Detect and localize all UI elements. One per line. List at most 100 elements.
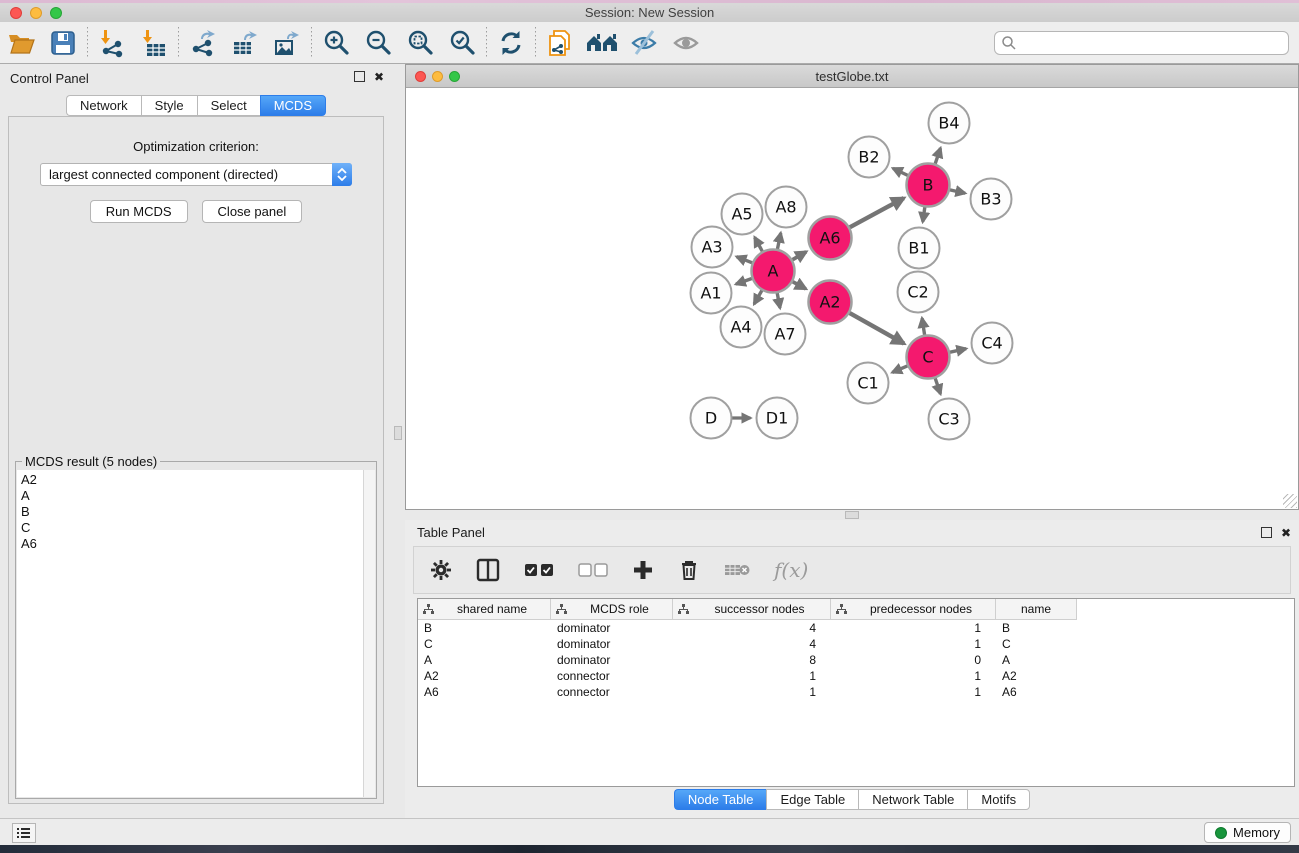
window-title: Session: New Session: [0, 5, 1299, 20]
network-window-titlebar[interactable]: testGlobe.txt: [406, 65, 1298, 88]
window-titlebar[interactable]: Session: New Session: [0, 3, 1299, 22]
toolbar-separator: [178, 27, 179, 59]
column-header-successor-nodes[interactable]: successor nodes: [673, 599, 831, 620]
zoom-selected-icon[interactable]: [441, 26, 483, 60]
table-cell: A2: [418, 668, 551, 684]
vertical-splitter[interactable]: [392, 64, 405, 818]
toolbar-separator: [486, 27, 487, 59]
result-item[interactable]: A6: [21, 536, 359, 552]
network-canvas[interactable]: AA1A2A3A4A5A6A7A8BB1B2B3B4CC1C2C3C4DD1: [406, 88, 1298, 509]
result-item[interactable]: C: [21, 520, 359, 536]
status-bar: Memory: [0, 818, 1299, 845]
main-toolbar: [0, 22, 1299, 64]
application-window: Session: New Session: [0, 0, 1299, 853]
graph-node-label: A1: [700, 284, 721, 303]
control-panel-title: Control Panel: [10, 71, 89, 86]
column-header-shared-name[interactable]: shared name: [418, 599, 551, 620]
import-table-icon[interactable]: [133, 26, 175, 60]
table-cell: 1: [673, 668, 831, 684]
tab-network[interactable]: Network: [66, 95, 141, 116]
unselect-all-columns-icon[interactable]: [578, 563, 608, 577]
tab-motifs[interactable]: Motifs: [967, 789, 1030, 810]
result-item[interactable]: A: [21, 488, 359, 504]
graph-node-label: D: [705, 409, 717, 428]
float-table-panel-icon[interactable]: [1261, 527, 1272, 538]
search-input[interactable]: [1017, 33, 1288, 53]
graph-node-label: A8: [775, 198, 796, 217]
delete-table-icon[interactable]: [724, 562, 750, 578]
clone-network-icon[interactable]: [539, 26, 581, 60]
zoom-fit-icon[interactable]: [399, 26, 441, 60]
splitter-grip[interactable]: [845, 511, 859, 519]
graph-node-label: C: [922, 348, 933, 367]
tab-style[interactable]: Style: [141, 95, 197, 116]
memory-button[interactable]: Memory: [1204, 822, 1291, 843]
window-resize-grip[interactable]: [1283, 494, 1297, 508]
close-panel-icon[interactable]: ✖: [374, 71, 384, 83]
float-panel-icon[interactable]: [354, 71, 365, 82]
network-view-window: testGlobe.txt AA1A2A3A4A5A6A7A8BB1B2B3B4…: [405, 64, 1299, 510]
hide-graphics-details-icon[interactable]: [623, 26, 665, 60]
close-table-panel-icon[interactable]: ✖: [1281, 527, 1291, 539]
column-header-predecessor-nodes[interactable]: predecessor nodes: [831, 599, 996, 620]
export-table-icon[interactable]: [224, 26, 266, 60]
table-cell: 1: [831, 668, 996, 684]
zoom-in-icon[interactable]: [315, 26, 357, 60]
result-list-scrollbar[interactable]: [363, 470, 375, 797]
node-table-body: Bdominator41BCdominator41CAdominator80AA…: [418, 620, 1294, 700]
save-session-icon[interactable]: [42, 26, 84, 60]
table-cell: A: [418, 652, 551, 668]
table-cell: 4: [673, 620, 831, 636]
list-icon: [17, 827, 31, 839]
show-hide-panels-icon[interactable]: [581, 26, 623, 60]
graph-node-label: C2: [907, 283, 928, 302]
graph-node-label: C3: [938, 410, 959, 429]
show-columns-icon[interactable]: [476, 558, 500, 582]
horizontal-splitter[interactable]: [405, 510, 1299, 520]
criterion-select[interactable]: largest connected component (directed): [40, 163, 352, 186]
tab-edge-table[interactable]: Edge Table: [766, 789, 858, 810]
table-cell: dominator: [551, 652, 673, 668]
mcds-result-title: MCDS result (5 nodes): [22, 454, 160, 469]
mcds-result-groupbox: MCDS result (5 nodes) A2ABCA6: [15, 461, 377, 799]
tab-network-table[interactable]: Network Table: [858, 789, 967, 810]
tab-select[interactable]: Select: [197, 95, 260, 116]
table-settings-gear-icon[interactable]: [430, 559, 452, 581]
column-header-MCDS-role[interactable]: MCDS role: [551, 599, 673, 620]
export-network-icon[interactable]: [182, 26, 224, 60]
table-row[interactable]: A2connector11A2: [418, 668, 1294, 684]
create-column-add-icon[interactable]: [632, 559, 654, 581]
toolbar-search-field[interactable]: [994, 31, 1289, 55]
zoom-out-icon[interactable]: [357, 26, 399, 60]
select-all-columns-icon[interactable]: [524, 563, 554, 577]
import-network-icon[interactable]: [91, 26, 133, 60]
export-image-icon[interactable]: [266, 26, 308, 60]
control-panel-tabs: NetworkStyleSelectMCDS: [0, 95, 392, 116]
graph-node-label: D1: [766, 409, 789, 428]
tab-mcds[interactable]: MCDS: [260, 95, 326, 116]
open-session-icon[interactable]: [0, 26, 42, 60]
result-item[interactable]: A2: [21, 472, 359, 488]
table-row[interactable]: Adominator80A: [418, 652, 1294, 668]
graph-node-label: B1: [908, 239, 929, 258]
table-row[interactable]: A6connector11A6: [418, 684, 1294, 700]
node-table-header: shared nameMCDS rolesuccessor nodesprede…: [418, 599, 1294, 620]
result-item[interactable]: B: [21, 504, 359, 520]
table-cell: connector: [551, 684, 673, 700]
column-header-name[interactable]: name: [996, 599, 1077, 620]
task-history-button[interactable]: [12, 823, 36, 843]
table-row[interactable]: Cdominator41C: [418, 636, 1294, 652]
table-row[interactable]: Bdominator41B: [418, 620, 1294, 636]
splitter-grip[interactable]: [394, 426, 402, 440]
mcds-result-list[interactable]: A2ABCA6: [17, 470, 363, 797]
close-panel-button[interactable]: Close panel: [202, 200, 303, 223]
network-window-title: testGlobe.txt: [406, 69, 1298, 84]
refresh-layout-icon[interactable]: [490, 26, 532, 60]
tab-node-table[interactable]: Node Table: [674, 789, 767, 810]
function-builder-fx-icon[interactable]: f(x): [774, 558, 808, 582]
show-graphics-details-icon[interactable]: [665, 26, 707, 60]
run-mcds-button[interactable]: Run MCDS: [90, 200, 188, 223]
toolbar-separator: [535, 27, 536, 59]
graph-node-label: B3: [980, 190, 1001, 209]
delete-column-trash-icon[interactable]: [678, 559, 700, 581]
